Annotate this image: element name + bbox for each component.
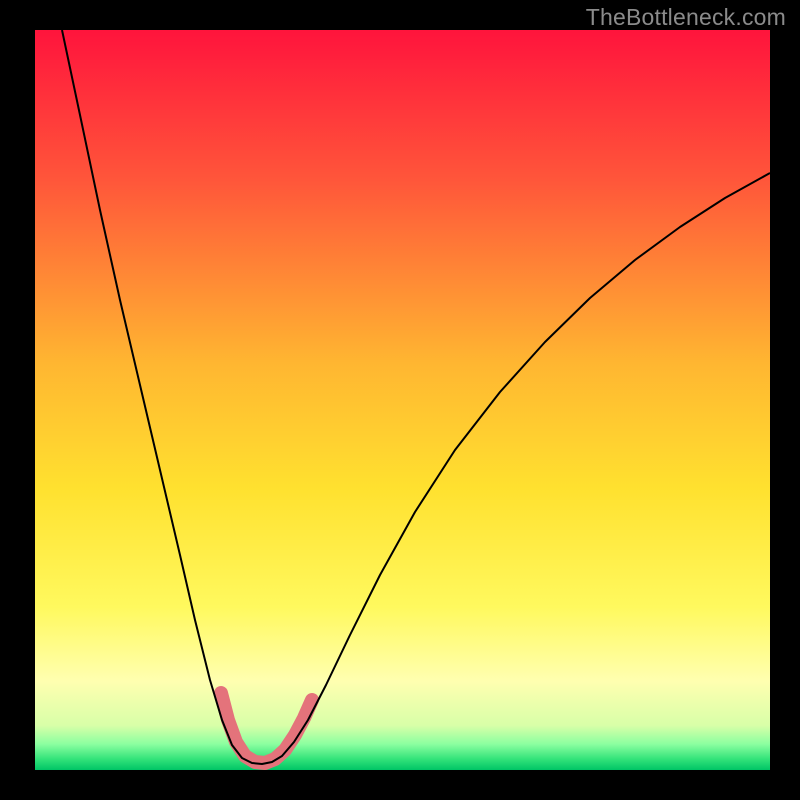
chart-svg (0, 0, 800, 800)
plot-background (35, 30, 770, 770)
watermark-text: TheBottleneck.com (586, 4, 786, 31)
chart-frame: { "watermark": "TheBottleneck.com", "cha… (0, 0, 800, 800)
